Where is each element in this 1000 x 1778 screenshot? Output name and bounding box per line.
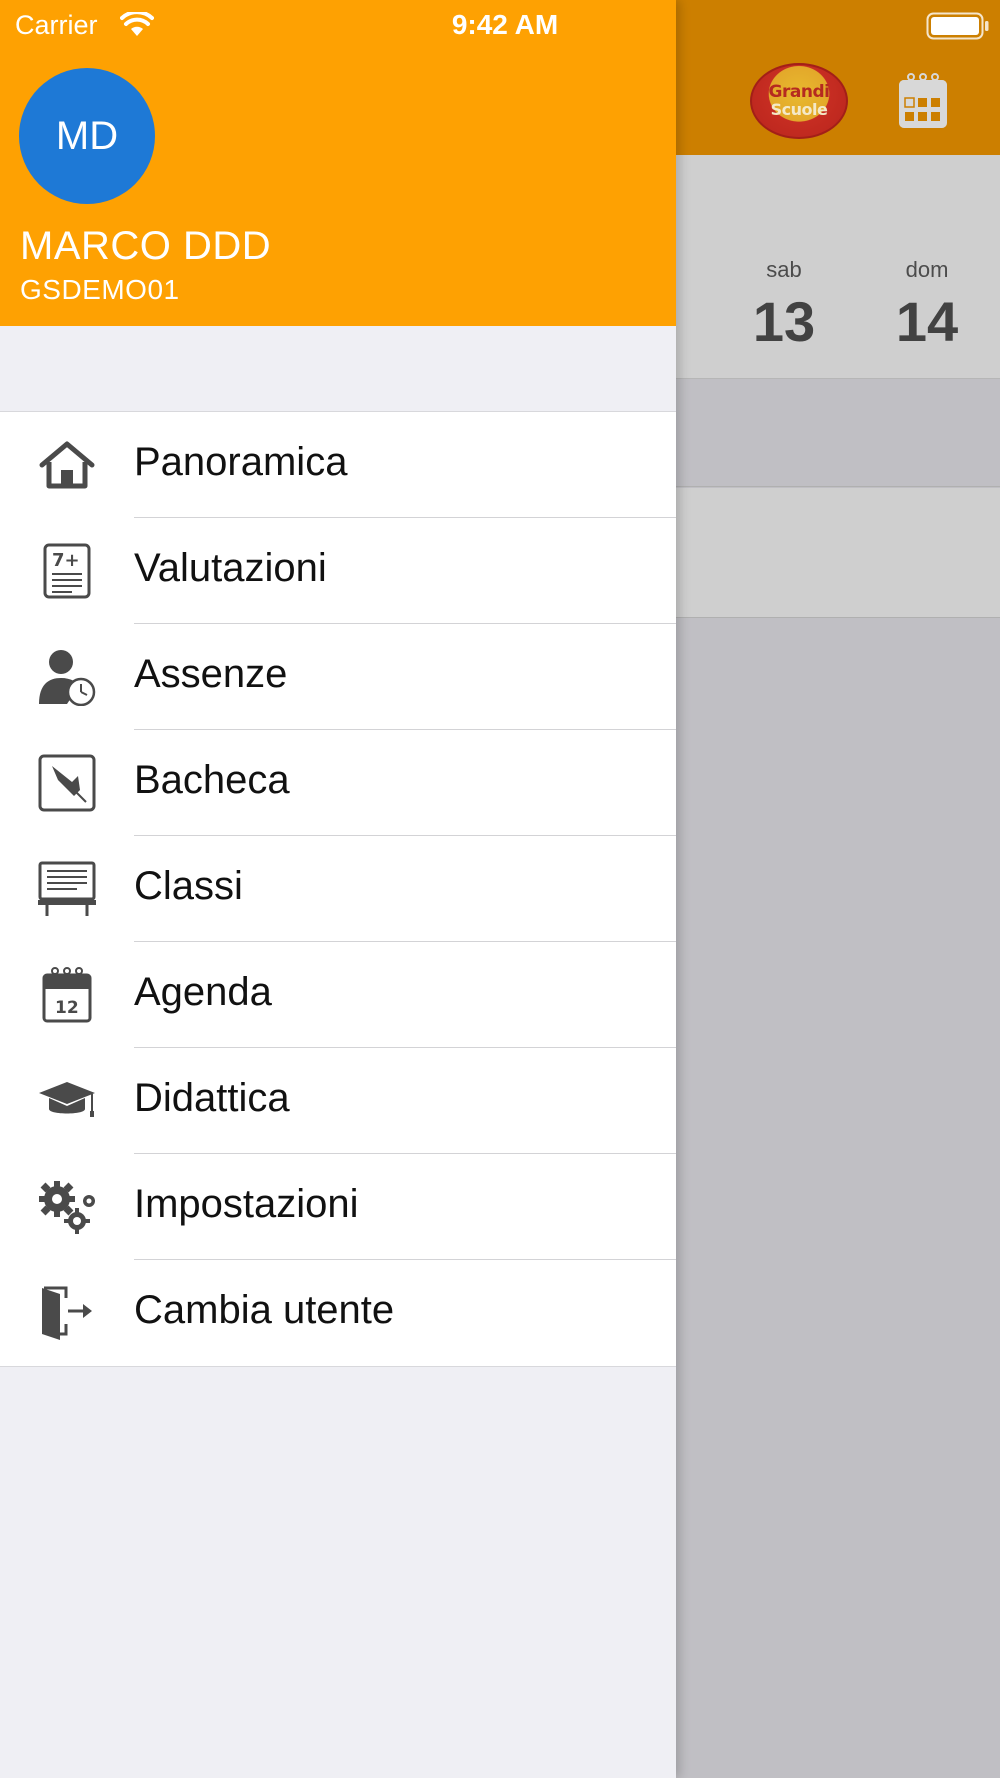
week-day-number: 14 [895, 290, 959, 353]
avatar[interactable]: MD [19, 68, 155, 204]
menu-item-didattica[interactable]: Didattica [0, 1048, 676, 1154]
menu-item-cambia-utente[interactable]: Cambia utente [0, 1260, 676, 1366]
grades-icon: 7+ [35, 541, 99, 601]
menu-item-label: Classi [134, 864, 243, 908]
graduation-cap-icon [35, 1071, 99, 1131]
menu-item-label: Cambia utente [134, 1288, 395, 1332]
grandi-scuole-logo: Grandi Scuole [750, 63, 848, 139]
svg-text:7+: 7+ [52, 550, 80, 571]
gears-icon [35, 1177, 99, 1237]
navigation-drawer: MD MARCO DDD GSDEMO01 Panoramica 7+ Valu… [0, 0, 676, 1778]
battery-icon [926, 12, 990, 45]
svg-text:12: 12 [55, 998, 79, 1018]
menu-item-label: Agenda [134, 970, 272, 1014]
logo-text-line2: Scuole [770, 100, 828, 119]
user-code: GSDEMO01 [20, 274, 180, 305]
menu-item-label: Panoramica [134, 440, 348, 484]
menu-item-impostazioni[interactable]: Impostazioni [0, 1154, 676, 1260]
week-day-name: dom [905, 257, 949, 282]
status-time: 9:42 AM [451, 9, 559, 40]
absence-icon [35, 647, 99, 707]
status-bar: Carrier 9:42 AM [0, 0, 1000, 50]
avatar-initials: MD [55, 113, 119, 158]
calendar-icon[interactable] [897, 72, 949, 130]
menu-item-label: Assenze [134, 652, 288, 696]
week-day-number: 13 [752, 290, 816, 353]
menu-item-assenze[interactable]: Assenze [0, 624, 676, 730]
week-day-dom[interactable]: dom 14 [877, 257, 977, 354]
drawer-menu: Panoramica 7+ Valutazioni Assenze Bachec… [0, 411, 676, 1367]
menu-item-label: Bacheca [134, 758, 290, 802]
menu-item-agenda[interactable]: 12 Agenda [0, 942, 676, 1048]
logout-door-icon [35, 1283, 99, 1343]
user-name: MARCO DDD [20, 224, 272, 268]
week-day-name: sab [766, 257, 802, 282]
menu-item-classi[interactable]: Classi [0, 836, 676, 942]
menu-item-bacheca[interactable]: Bacheca [0, 730, 676, 836]
pin-board-icon [35, 753, 99, 813]
menu-item-label: Impostazioni [134, 1182, 359, 1226]
logo-text-line1: Grandi [768, 82, 830, 102]
menu-item-label: Valutazioni [134, 546, 327, 590]
menu-item-label: Didattica [134, 1076, 290, 1120]
menu-item-panoramica[interactable]: Panoramica [0, 412, 676, 518]
calendar-icon: 12 [35, 965, 99, 1025]
home-icon [35, 435, 99, 495]
week-day-sab[interactable]: sab 13 [734, 257, 834, 354]
menu-item-valutazioni[interactable]: 7+ Valutazioni [0, 518, 676, 624]
classroom-board-icon [35, 859, 99, 919]
